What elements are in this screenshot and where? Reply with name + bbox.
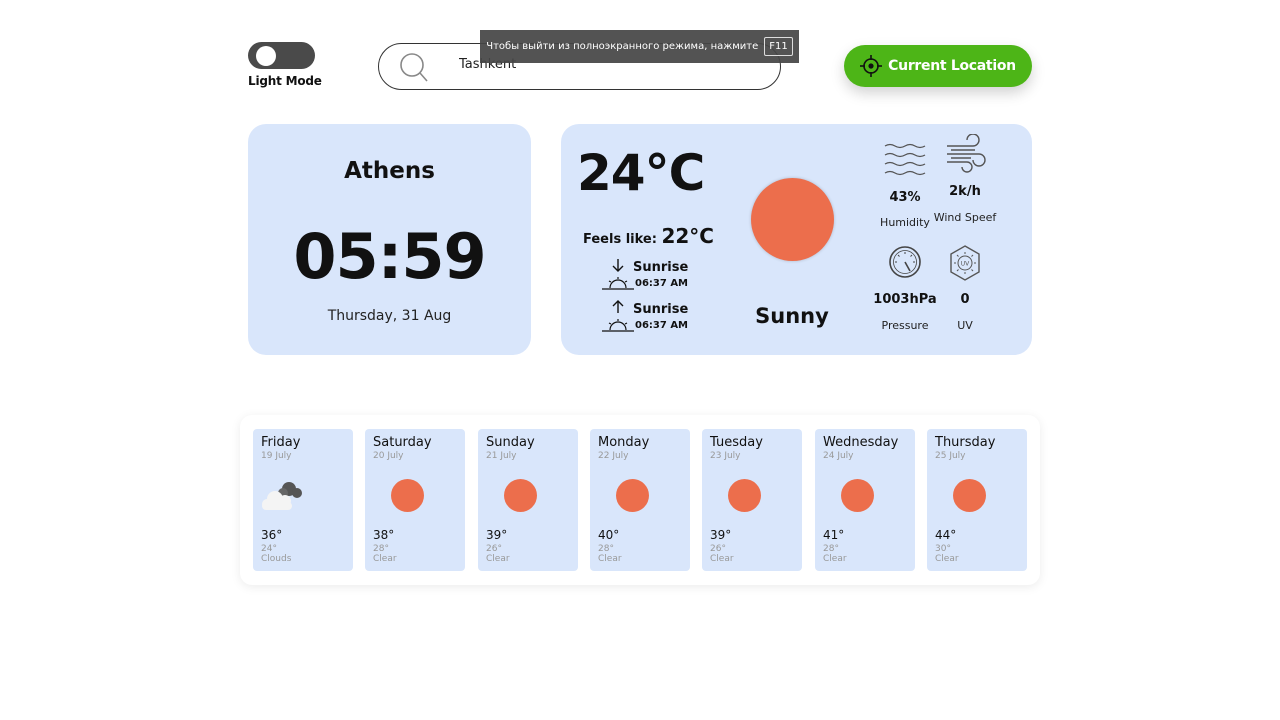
weather-condition: Sunny [755,304,829,328]
crosshair-icon [860,55,883,77]
clouds-icon [262,482,302,510]
feels-like-value: 22°C [661,224,714,248]
feels-like-label: Feels like: [583,232,657,247]
sun-icon [504,479,537,512]
forecast-low: 26° [486,544,502,554]
city-time-card: Athens 05:59 Thursday, 31 Aug [248,124,531,355]
sunrise-icon [602,259,634,290]
sun-icon [953,479,986,512]
forecast-high: 40° [598,528,620,542]
theme-toggle[interactable] [248,42,315,69]
current-date: Thursday, 31 Aug [327,308,452,324]
forecast-low: 28° [823,544,839,554]
forecast-day-name: Monday [598,435,650,450]
forecast-high: 44° [935,528,957,542]
forecast-day-date: 19 July [261,451,292,461]
weather-app: Light Mode Чтобы выйти из полноэкранного… [0,0,1280,720]
clock-time: 05:59 [293,220,486,293]
forecast-low: 28° [598,544,614,554]
forecast-day[interactable]: Wednesday 24 July 41° 28° Clear [815,429,915,571]
sun-icon [751,178,834,261]
forecast-high: 39° [710,528,732,542]
humidity-icon [884,143,926,176]
weekly-forecast: Friday 19 July 36° 24° Clouds Saturday 2… [240,415,1040,585]
forecast-desc: Clouds [261,554,292,564]
forecast-day-date: 20 July [373,451,404,461]
uv-value: 0 [960,292,970,307]
toggle-knob [256,46,276,66]
temperature: 24°C [577,144,705,202]
forecast-day-date: 23 July [710,451,741,461]
sunrise-time: 06:37 AM [635,278,689,289]
search-icon[interactable] [399,52,429,82]
forecast-high: 38° [373,528,395,542]
forecast-day[interactable]: Saturday 20 July 38° 28° Clear [365,429,465,571]
forecast-high: 36° [261,528,283,542]
current-weather-card: 24°C Feels like: 22°C Sunrise 06:37 AM S… [561,124,1032,355]
forecast-desc: Clear [710,554,734,564]
forecast-desc: Clear [486,554,510,564]
forecast-day[interactable]: Thursday 25 July 44° 30° Clear [927,429,1027,571]
forecast-day[interactable]: Tuesday 23 July 39° 26° Clear [702,429,802,571]
forecast-high: 39° [486,528,508,542]
wind-label: Wind Speef [933,211,997,224]
city-name: Athens [344,158,435,184]
forecast-low: 30° [935,544,951,554]
pressure-gauge-icon [889,246,921,278]
theme-toggle-group: Light Mode [248,42,328,88]
theme-toggle-label: Light Mode [248,74,322,88]
forecast-day[interactable]: Monday 22 July 40° 28° Clear [590,429,690,571]
forecast-day-date: 24 July [823,451,854,461]
wind-stat: 2k/h Wind Speef [925,184,1005,225]
fullscreen-notice: Чтобы выйти из полноэкранного режима, на… [480,30,799,63]
forecast-desc: Clear [823,554,847,564]
forecast-day-name: Friday [261,435,301,450]
forecast-low: 28° [373,544,389,554]
forecast-desc: Clear [598,554,622,564]
uv-label: UV [957,319,973,332]
sunrise-row: Sunrise 06:37 AM [601,258,711,298]
sun-icon [391,479,424,512]
forecast-desc: Clear [373,554,397,564]
forecast-day-name: Thursday [935,435,996,450]
uv-stat: 0 UV [925,292,1005,333]
feels-like: Feels like: 22°C [583,224,714,248]
uv-icon: UV [950,245,980,281]
wind-icon [947,134,986,173]
forecast-day-date: 22 July [598,451,629,461]
sun-icon [841,479,874,512]
sunset-row: Sunrise 06:37 AM [601,300,711,340]
forecast-low: 24° [261,544,277,554]
forecast-day-name: Sunday [486,435,535,450]
sunset-icon [602,300,634,332]
forecast-high: 41° [823,528,845,542]
sun-icon [728,479,761,512]
sunrise-label: Sunrise [633,260,689,275]
forecast-day-name: Saturday [373,435,432,450]
forecast-day-name: Tuesday [710,435,763,450]
fullscreen-notice-text: Чтобы выйти из полноэкранного режима, на… [486,41,759,52]
current-location-label: Current Location [888,58,1016,74]
svg-text:UV: UV [961,261,970,268]
forecast-day[interactable]: Friday 19 July 36° 24° Clouds [253,429,353,571]
fullscreen-key: F11 [764,37,793,56]
forecast-day-name: Wednesday [823,435,899,450]
wind-value: 2k/h [949,184,981,199]
sun-icon [616,479,649,512]
forecast-low: 26° [710,544,726,554]
forecast-desc: Clear [935,554,959,564]
forecast-day-date: 21 July [486,451,517,461]
current-location-button[interactable]: Current Location [844,45,1032,87]
forecast-day-date: 25 July [935,451,966,461]
sunset-label: Sunrise [633,302,689,317]
sunset-time: 06:37 AM [635,320,689,331]
forecast-day[interactable]: Sunday 21 July 39° 26° Clear [478,429,578,571]
